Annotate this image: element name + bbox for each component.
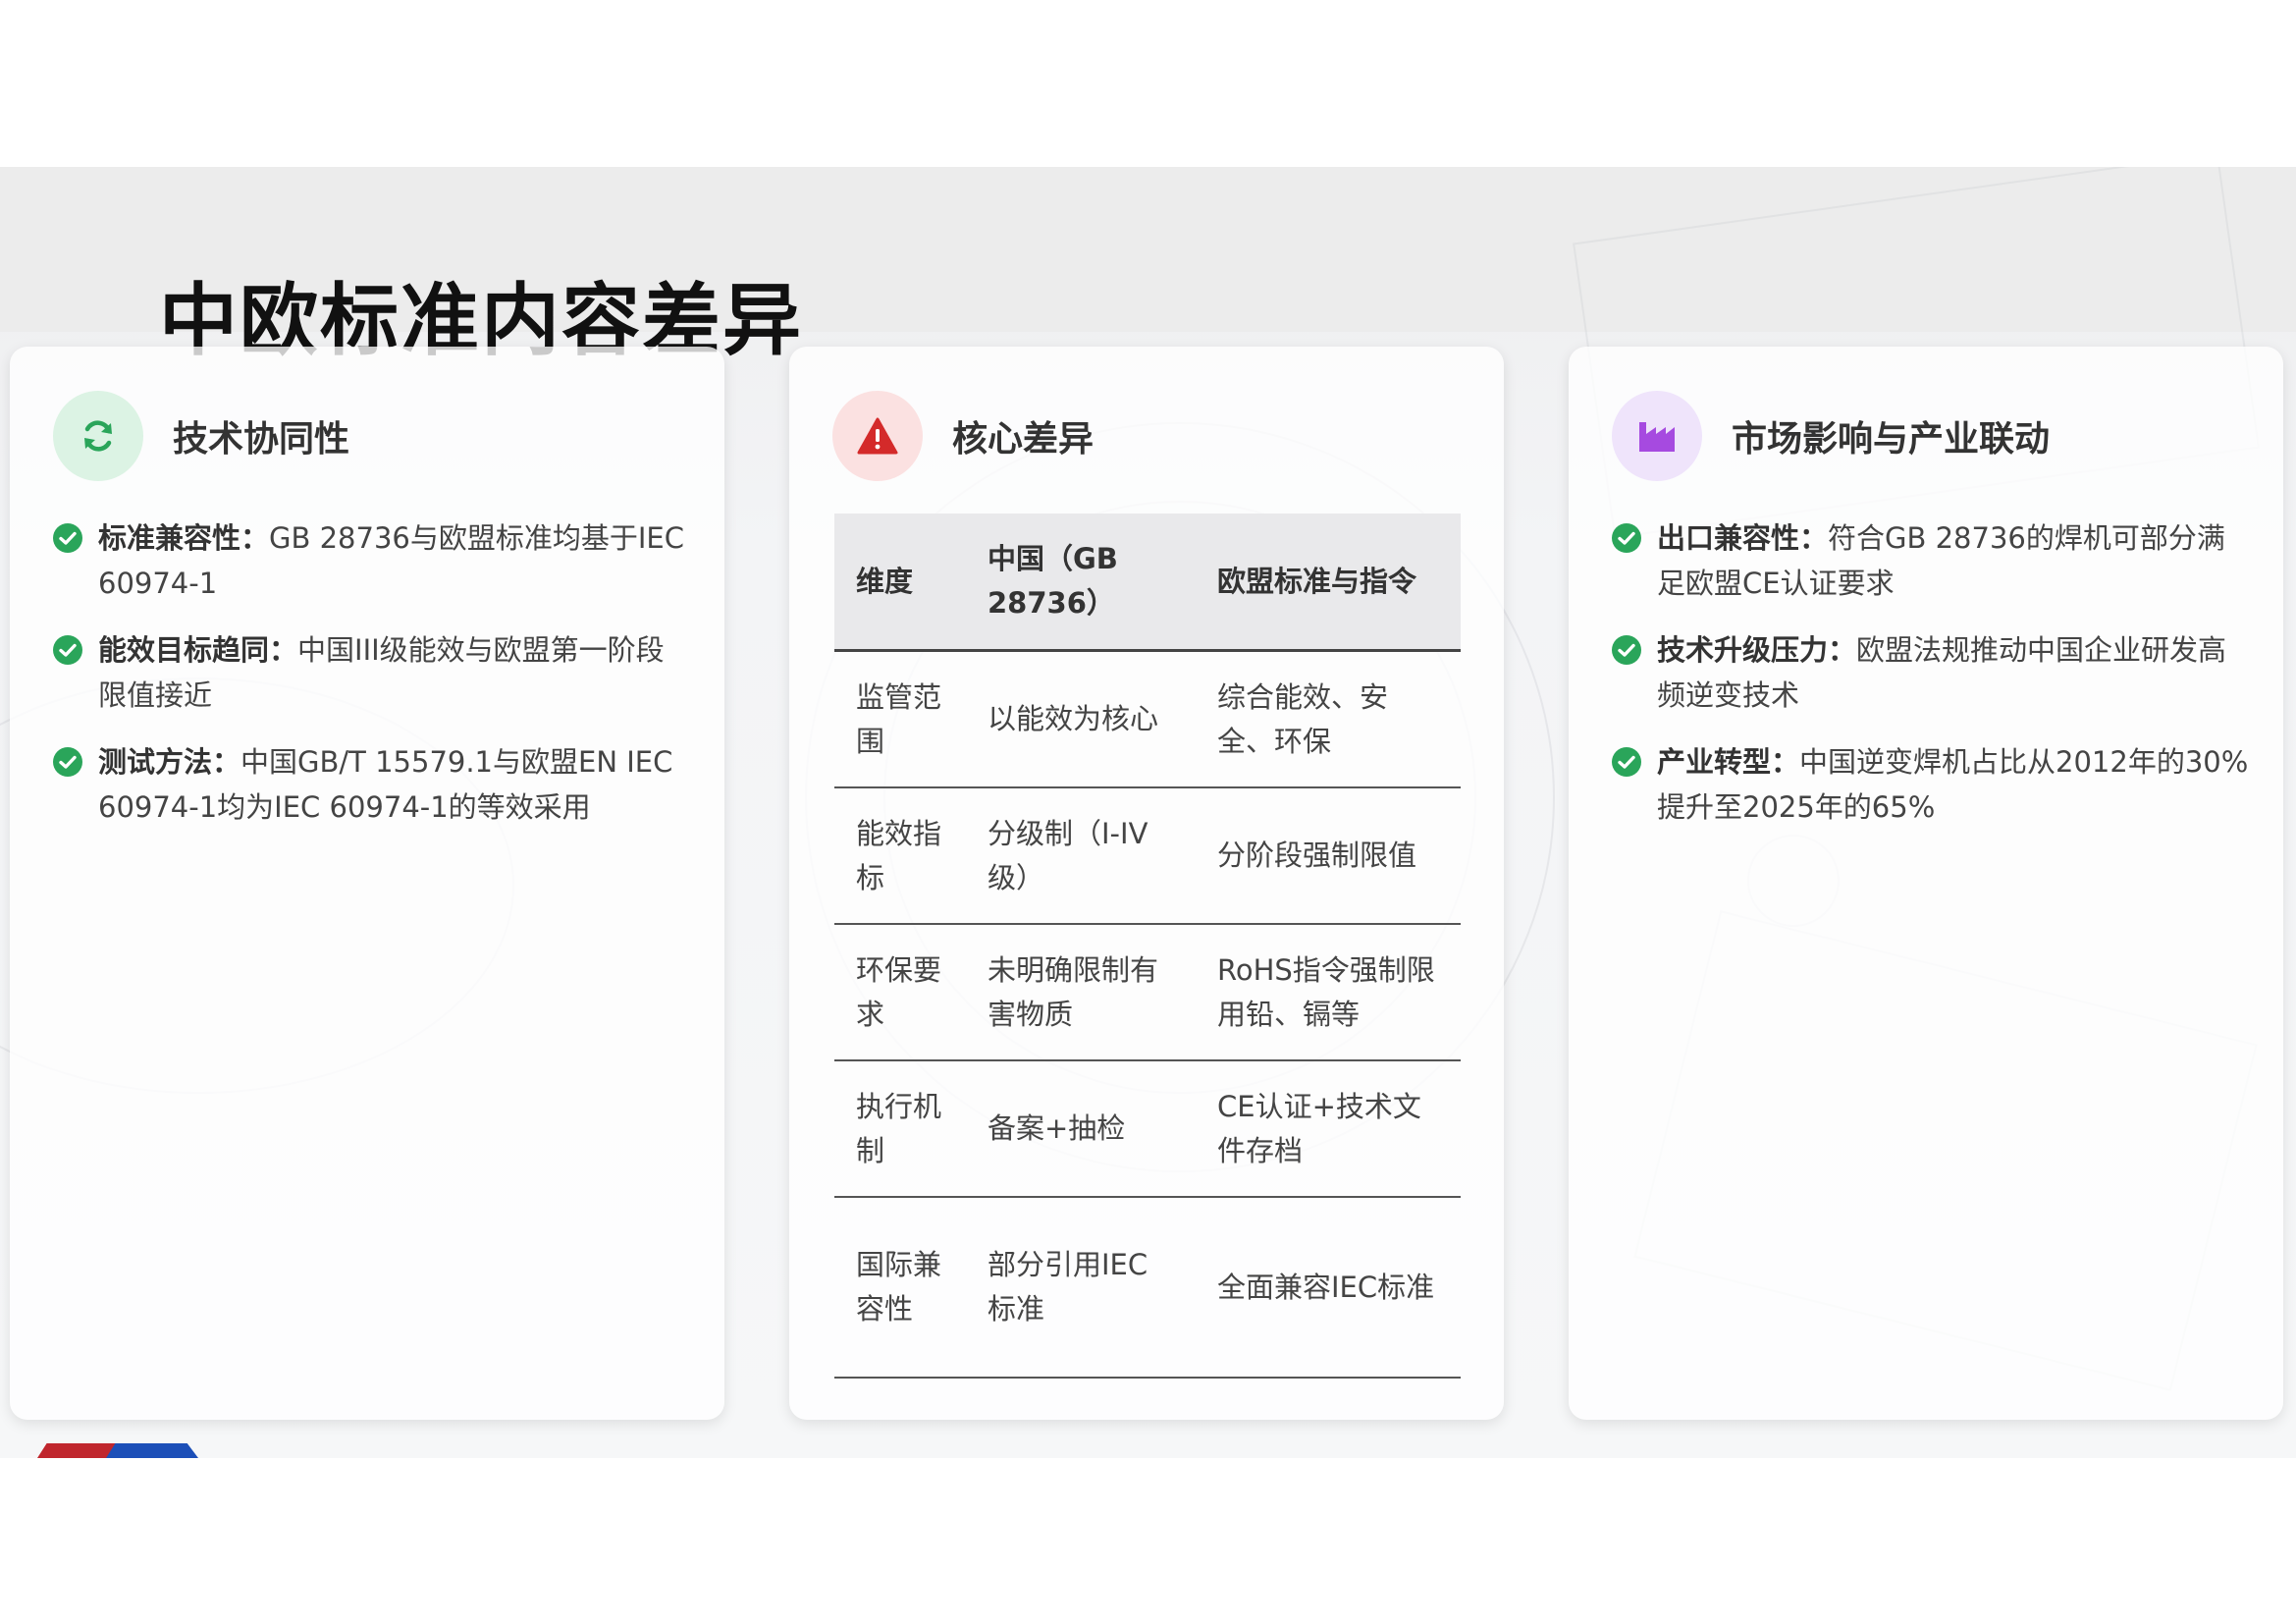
- check-circle-icon: [1612, 635, 1641, 665]
- card-header: 市场影响与产业联动: [1612, 391, 2050, 481]
- slide: 中欧标准内容差异 技术协同性 标准兼容性：GB 28736与欧盟标准均基于IEC…: [0, 167, 2296, 1458]
- card-title: 市场影响与产业联动: [1732, 419, 2051, 460]
- item-label: 标准兼容性：: [98, 521, 270, 555]
- card-header: 技术协同性: [53, 391, 349, 481]
- list-item: 产业转型：中国逆变焊机占比从2012年的30%提升至2025年的65%: [1612, 739, 2250, 830]
- table-cell: 执行机制: [834, 1060, 966, 1198]
- table-cell: 分级制（I-IV级）: [966, 787, 1196, 925]
- column-header: 中国（GB 28736）: [966, 514, 1196, 652]
- list-item: 能效目标趋同：中国III级能效与欧盟第一阶段限值接近: [53, 627, 691, 718]
- table-cell: 综合能效、安全、环保: [1196, 650, 1461, 788]
- card-technical-synergy: 技术协同性 标准兼容性：GB 28736与欧盟标准均基于IEC 60974-1 …: [10, 347, 724, 1420]
- flag-red-stripe: [37, 1443, 116, 1458]
- list-item: 技术升级压力：欧盟法规推动中国企业研发高频逆变技术: [1612, 627, 2250, 718]
- list-item: 出口兼容性：符合GB 28736的焊机可部分满足欧盟CE认证要求: [1612, 515, 2250, 606]
- flag-blue-stripe: [106, 1443, 198, 1458]
- table-cell: 未明确限制有害物质: [966, 924, 1196, 1061]
- list-item: 测试方法：中国GB/T 15579.1与欧盟EN IEC 60974-1均为IE…: [53, 739, 691, 830]
- table-header-row: 维度 中国（GB 28736） 欧盟标准与指令: [834, 514, 1461, 652]
- table-cell: 分阶段强制限值: [1196, 787, 1461, 925]
- check-circle-icon: [1612, 523, 1641, 553]
- table-cell: 备案+抽检: [966, 1060, 1196, 1198]
- bullet-list: 标准兼容性：GB 28736与欧盟标准均基于IEC 60974-1 能效目标趋同…: [53, 515, 691, 851]
- table-row: 监管范围 以能效为核心 综合能效、安全、环保: [834, 650, 1461, 788]
- comparison-table: 维度 中国（GB 28736） 欧盟标准与指令 监管范围 以能效为核心 综合能效…: [834, 514, 1461, 1379]
- table-row: 环保要求 未明确限制有害物质 RoHS指令强制限用铅、镉等: [834, 924, 1461, 1061]
- warning-icon: [832, 391, 923, 481]
- column-header: 欧盟标准与指令: [1196, 514, 1461, 652]
- table-cell: 以能效为核心: [966, 650, 1196, 788]
- card-header: 核心差异: [832, 391, 1094, 481]
- check-circle-icon: [53, 523, 82, 553]
- table-cell: 环保要求: [834, 924, 966, 1061]
- bullet-list: 出口兼容性：符合GB 28736的焊机可部分满足欧盟CE认证要求 技术升级压力：…: [1612, 515, 2250, 851]
- list-item: 标准兼容性：GB 28736与欧盟标准均基于IEC 60974-1: [53, 515, 691, 606]
- table-cell: 国际兼容性: [834, 1197, 966, 1379]
- table-cell: RoHS指令强制限用铅、镉等: [1196, 924, 1461, 1061]
- table-cell: 全面兼容IEC标准: [1196, 1197, 1461, 1379]
- table-cell: CE认证+技术文件存档: [1196, 1060, 1461, 1198]
- item-label: 产业转型：: [1657, 745, 1800, 779]
- factory-icon: [1612, 391, 1702, 481]
- table-cell: 部分引用IEC标准: [966, 1197, 1196, 1379]
- card-title: 核心差异: [952, 419, 1095, 460]
- table-row: 执行机制 备案+抽检 CE认证+技术文件存档: [834, 1060, 1461, 1198]
- check-circle-icon: [53, 635, 82, 665]
- table-cell: 监管范围: [834, 650, 966, 788]
- table-row: 能效指标 分级制（I-IV级） 分阶段强制限值: [834, 787, 1461, 925]
- check-circle-icon: [53, 747, 82, 777]
- check-circle-icon: [1612, 747, 1641, 777]
- table-row: 国际兼容性 部分引用IEC标准 全面兼容IEC标准: [834, 1197, 1461, 1379]
- card-title: 技术协同性: [173, 419, 350, 460]
- item-label: 技术升级压力：: [1657, 633, 1857, 667]
- card-market-impact: 市场影响与产业联动 出口兼容性：符合GB 28736的焊机可部分满足欧盟CE认证…: [1569, 347, 2283, 1420]
- card-core-differences: 核心差异 维度 中国（GB 28736） 欧盟标准与指令 监管范围 以能效为核心…: [789, 347, 1504, 1420]
- table-cell: 能效指标: [834, 787, 966, 925]
- flag-decoration: [37, 1443, 198, 1458]
- refresh-icon: [53, 391, 143, 481]
- item-label: 测试方法：: [98, 745, 241, 779]
- item-label: 能效目标趋同：: [98, 633, 298, 667]
- column-header: 维度: [834, 514, 966, 652]
- item-label: 出口兼容性：: [1657, 521, 1829, 555]
